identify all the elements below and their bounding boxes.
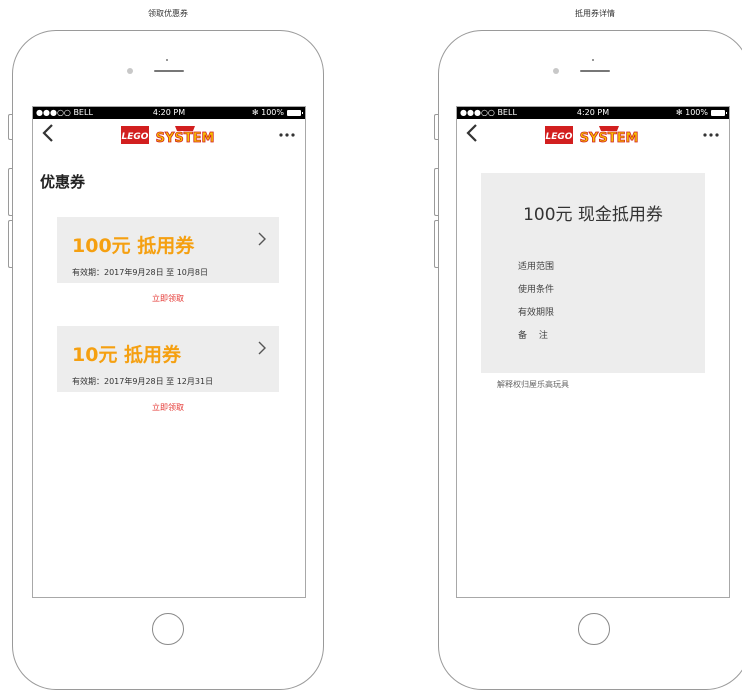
- logo-lego-text: LEGO: [122, 132, 149, 142]
- right-home-button[interactable]: [578, 613, 610, 645]
- right-phone-camera: [553, 68, 559, 74]
- left-phone-frame: ●●●○○ BELL 4:20 PM ✻ 100% LEGO SYSTEM 优惠…: [12, 30, 324, 690]
- coupon-title: 100元 抵用券: [72, 235, 195, 257]
- disclaimer-text: 解释权归屋乐高玩具: [497, 380, 569, 389]
- back-chevron-icon[interactable]: [41, 123, 57, 143]
- right-phone-speaker-dot: [592, 59, 594, 61]
- coupon-title: 10元 抵用券: [72, 344, 182, 366]
- detail-label-notes: 备 注: [518, 331, 548, 341]
- battery-status: ✻ 100%: [675, 107, 727, 119]
- lego-system-logo: LEGO SYSTEM: [121, 126, 215, 145]
- logo-lego-text: LEGO: [546, 132, 573, 142]
- coupon-card[interactable]: 100元 抵用券 有效期：2017年9月28日 至 10月8日: [57, 217, 279, 283]
- right-screen: ●●●○○ BELL 4:20 PM ✻ 100% LEGO SYSTEM 10…: [456, 106, 730, 598]
- logo-system-text: SYSTEM: [156, 131, 215, 145]
- left-screen-caption: 领取优惠券: [148, 9, 188, 18]
- page-title: 优惠券: [40, 173, 86, 191]
- logo-system-text: SYSTEM: [580, 131, 639, 145]
- nav-bar: LEGO SYSTEM: [33, 119, 305, 149]
- nav-bar: LEGO SYSTEM: [457, 119, 729, 149]
- more-options-icon[interactable]: [703, 133, 719, 137]
- battery-status: ✻ 100%: [251, 107, 303, 119]
- right-screen-caption: 抵用券详情: [575, 9, 615, 18]
- more-options-icon[interactable]: [279, 133, 295, 137]
- chevron-right-icon[interactable]: [257, 340, 267, 356]
- battery-text: ✻ 100%: [251, 108, 284, 117]
- right-phone-speaker: [580, 70, 610, 72]
- status-bar: ●●●○○ BELL 4:20 PM ✻ 100%: [457, 107, 729, 119]
- back-chevron-icon[interactable]: [465, 123, 481, 143]
- coupon-detail-card: 100元 现金抵用券 适用范围 使用条件 有效期限 备 注: [481, 173, 705, 373]
- coupon-validity: 有效期：2017年9月28日 至 10月8日: [72, 268, 208, 277]
- left-phone-speaker-dot: [166, 59, 168, 61]
- detail-label-conditions: 使用条件: [518, 285, 555, 295]
- battery-text: ✻ 100%: [675, 108, 708, 117]
- coupon-validity: 有效期：2017年9月28日 至 12月31日: [72, 377, 214, 386]
- detail-label-scope: 适用范围: [518, 262, 555, 272]
- battery-icon: [711, 110, 727, 116]
- lego-system-logo: LEGO SYSTEM: [545, 126, 639, 145]
- coupon-detail-title: 100元 现金抵用券: [523, 205, 663, 225]
- chevron-right-icon[interactable]: [257, 231, 267, 247]
- left-home-button[interactable]: [152, 613, 184, 645]
- left-screen: ●●●○○ BELL 4:20 PM ✻ 100% LEGO SYSTEM 优惠…: [32, 106, 306, 598]
- coupon-card[interactable]: 10元 抵用券 有效期：2017年9月28日 至 12月31日: [57, 326, 279, 392]
- left-phone-camera: [127, 68, 133, 74]
- claim-coupon-link[interactable]: 立即领取: [57, 293, 279, 304]
- detail-label-validity: 有效期限: [518, 308, 555, 318]
- right-phone-frame: ●●●○○ BELL 4:20 PM ✻ 100% LEGO SYSTEM 10…: [438, 30, 742, 690]
- claim-coupon-link[interactable]: 立即领取: [57, 402, 279, 413]
- left-phone-speaker: [154, 70, 184, 72]
- battery-icon: [287, 110, 303, 116]
- status-bar: ●●●○○ BELL 4:20 PM ✻ 100%: [33, 107, 305, 119]
